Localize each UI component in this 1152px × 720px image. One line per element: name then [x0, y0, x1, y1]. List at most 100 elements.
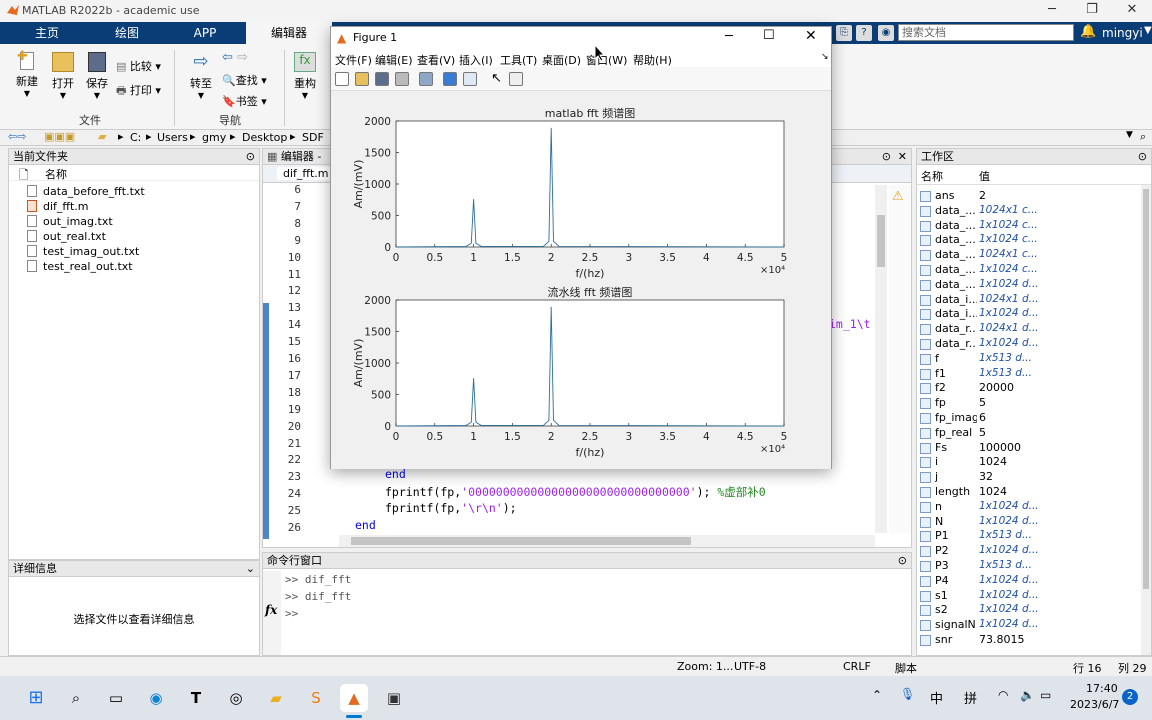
tab-dif-fft[interactable]: dif_fft.m: [277, 167, 335, 180]
workspace-variable-row[interactable]: s2 1x1024 d...: [917, 603, 1139, 618]
menubar-dock-icon[interactable]: ↘: [821, 52, 829, 62]
file-item[interactable]: test_imag_out.txt: [27, 245, 139, 258]
menu-view[interactable]: 查看(V): [417, 52, 455, 68]
battery-icon[interactable]: ▭: [1040, 688, 1051, 702]
path-search-icon[interactable]: ⌕: [1140, 130, 1146, 144]
sublime-text-icon[interactable]: S: [302, 684, 330, 712]
workspace-variable-row[interactable]: fp_imag 6: [917, 411, 1139, 426]
workspace-scrollbar[interactable]: [1141, 185, 1151, 655]
scrollbar-thumb[interactable]: [1143, 189, 1149, 589]
workspace-variable-row[interactable]: s1 1x1024 d...: [917, 589, 1139, 604]
copy-icon[interactable]: ⎘: [836, 25, 852, 41]
menu-window[interactable]: 窗口(W): [586, 52, 627, 68]
panel-menu-icon[interactable]: ⊙: [1138, 149, 1147, 165]
workspace-variable-row[interactable]: Fs 100000: [917, 441, 1139, 456]
figure-titlebar[interactable]: ▲ Figure 1 ─ ☐ ✕: [331, 27, 831, 49]
workspace-variable-row[interactable]: signalN 1x1024 d...: [917, 618, 1139, 633]
workspace-variable-row[interactable]: data_... 1024x1 c...: [917, 248, 1139, 263]
name-column-header[interactable]: 名称: [921, 168, 943, 184]
workspace-variable-row[interactable]: data_r... 1024x1 d...: [917, 322, 1139, 337]
new-figure-icon[interactable]: [335, 72, 349, 86]
eol-status[interactable]: CRLF: [843, 660, 871, 673]
menu-file[interactable]: 文件(F): [335, 52, 372, 68]
workspace-variable-row[interactable]: P2 1x1024 d...: [917, 544, 1139, 559]
microphone-icon[interactable]: 🎙: [900, 687, 915, 701]
tab-plots[interactable]: 绘图: [90, 22, 164, 44]
warning-icon[interactable]: ⚠: [892, 189, 904, 204]
back-arrow-icon[interactable]: ⇦ ⇨: [222, 50, 248, 65]
new-button[interactable]: ✚ 新建 ▼: [10, 49, 44, 98]
back-nav-icon[interactable]: ⇦⇨: [8, 130, 26, 143]
workspace-variable-row[interactable]: fp 5: [917, 396, 1139, 411]
file-item[interactable]: data_before_fft.txt: [27, 185, 145, 198]
save-button[interactable]: 保存 ▼: [80, 52, 114, 100]
workspace-variable-row[interactable]: data_i... 1024x1 d...: [917, 293, 1139, 308]
colorbar-icon[interactable]: [443, 72, 457, 86]
bookmark-button[interactable]: 🔖书签 ▾: [222, 93, 267, 109]
clock-date[interactable]: 2023/6/7: [1070, 698, 1119, 711]
file-item[interactable]: test_real_out.txt: [27, 260, 133, 273]
workspace-variable-row[interactable]: data_i... 1x1024 d...: [917, 307, 1139, 322]
value-column-header[interactable]: 值: [979, 168, 990, 184]
scrollbar-thumb[interactable]: [877, 215, 885, 267]
goto-button[interactable]: ⇨ 转至 ▼: [184, 52, 218, 101]
menu-help[interactable]: 帮助(H): [633, 52, 672, 68]
scrollbar-thumb[interactable]: [351, 537, 691, 545]
figure-maximize-button[interactable]: ☐: [763, 28, 775, 43]
print-figure-icon[interactable]: [395, 72, 409, 86]
matlab-taskbar-icon[interactable]: ▲: [340, 684, 368, 712]
save-figure-icon[interactable]: [375, 72, 389, 86]
notification-bell-icon[interactable]: 🔔: [1080, 24, 1096, 39]
path-dropdown-icon[interactable]: ▼: [1126, 130, 1133, 140]
menu-desktop[interactable]: 桌面(D): [542, 52, 581, 68]
workspace-variable-row[interactable]: data_... 1x1024 c...: [917, 219, 1139, 234]
details-header[interactable]: 详细信息 ⌄: [9, 561, 259, 577]
close-panel-icon[interactable]: ✕: [898, 149, 907, 165]
volume-icon[interactable]: 🔈: [1020, 688, 1035, 702]
name-column-header[interactable]: 名称: [45, 166, 67, 182]
refactor-button[interactable]: fx 重构 ▼: [290, 52, 320, 100]
community-icon[interactable]: ◉: [878, 25, 894, 41]
legend-icon[interactable]: [463, 72, 477, 86]
pointer-arrow-icon[interactable]: ↖: [491, 71, 502, 86]
menu-tools[interactable]: 工具(T): [500, 52, 537, 68]
file-explorer-icon[interactable]: ▰: [262, 684, 290, 712]
figure-close-button[interactable]: ✕: [805, 28, 817, 44]
command-prompt[interactable]: >>: [285, 607, 298, 620]
user-name[interactable]: mingyi: [1102, 26, 1143, 40]
workspace-variable-row[interactable]: data_... 1x1024 c...: [917, 233, 1139, 248]
file-item[interactable]: out_real.txt: [27, 230, 106, 243]
workspace-variable-row[interactable]: i 1024: [917, 455, 1139, 470]
workspace-variable-row[interactable]: fp_real 5: [917, 426, 1139, 441]
open-file-icon[interactable]: [355, 72, 369, 86]
typora-app-icon[interactable]: T: [182, 684, 210, 712]
ime-pinyin[interactable]: 拼: [964, 688, 977, 707]
tab-home[interactable]: 主页: [10, 22, 84, 44]
workspace-variable-row[interactable]: data_... 1x1024 d...: [917, 278, 1139, 293]
search-icon[interactable]: ⌕: [62, 684, 90, 712]
start-windows-icon[interactable]: ⊞: [22, 684, 50, 712]
workspace-variable-row[interactable]: P4 1x1024 d...: [917, 574, 1139, 589]
workspace-variable-row[interactable]: f1 1x513 d...: [917, 367, 1139, 382]
help-icon[interactable]: ?: [856, 25, 872, 41]
clock-time[interactable]: 17:40: [1086, 682, 1118, 695]
tab-apps[interactable]: APP: [170, 22, 240, 44]
tab-editor[interactable]: 编辑器: [246, 22, 332, 44]
path-segment[interactable]: gmy: [202, 131, 226, 144]
workspace-variable-row[interactable]: data_r... 1x1024 d...: [917, 337, 1139, 352]
property-editor-icon[interactable]: [509, 72, 523, 86]
search-icon[interactable]: ⌕: [1058, 25, 1065, 40]
workspace-variable-row[interactable]: data_... 1x1024 c...: [917, 263, 1139, 278]
minimize-button[interactable]: ─: [1032, 0, 1072, 22]
ime-mode[interactable]: 中: [930, 688, 943, 707]
menu-edit[interactable]: 编辑(E): [375, 52, 413, 68]
workspace-variable-row[interactable]: ans 2: [917, 189, 1139, 204]
file-item[interactable]: out_imag.txt: [27, 215, 113, 228]
function-browser-icon[interactable]: fx: [265, 603, 277, 617]
path-segment[interactable]: Desktop: [242, 131, 287, 144]
path-segment[interactable]: C:: [130, 131, 141, 144]
zoom-status[interactable]: Zoom: 1...: [677, 660, 733, 673]
compare-button[interactable]: ▤ 比较 ▾: [116, 58, 161, 74]
print-button[interactable]: 🖶 打印 ▾: [116, 82, 161, 101]
figure-minimize-button[interactable]: ─: [725, 29, 733, 44]
